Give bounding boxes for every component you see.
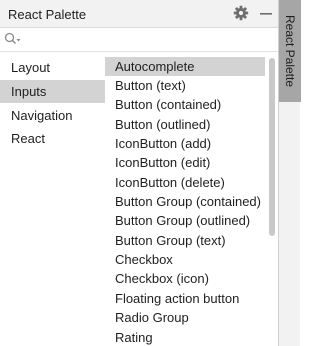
- list-item[interactable]: Button Group (contained): [105, 192, 265, 211]
- list-item[interactable]: Button (contained): [105, 95, 265, 114]
- component-list-scrollbar[interactable]: [266, 54, 278, 346]
- panel-title: React Palette: [8, 7, 87, 22]
- list-item[interactable]: IconButton (delete): [105, 173, 265, 192]
- list-item[interactable]: Button (outlined): [105, 115, 265, 134]
- list-item[interactable]: Checkbox: [105, 250, 265, 269]
- list-item[interactable]: Button Group (text): [105, 231, 265, 250]
- category-list: Layout Inputs Navigation React: [0, 54, 105, 346]
- side-tab-label: React Palette: [283, 14, 297, 88]
- category-item-inputs[interactable]: Inputs: [0, 80, 105, 103]
- list-item[interactable]: IconButton (add): [105, 134, 265, 153]
- list-item-autocomplete[interactable]: Autocomplete: [105, 57, 265, 76]
- minimize-icon[interactable]: [258, 6, 274, 22]
- list-item[interactable]: IconButton (edit): [105, 153, 265, 172]
- list-item[interactable]: Rating: [105, 328, 265, 346]
- category-item-layout[interactable]: Layout: [0, 56, 105, 79]
- list-item[interactable]: Radio Group: [105, 308, 265, 327]
- list-item[interactable]: Checkbox (icon): [105, 269, 265, 288]
- category-item-navigation[interactable]: Navigation: [0, 104, 105, 127]
- react-palette-panel: React Palette Layout Inputs Navigation R…: [0, 0, 278, 346]
- list-item[interactable]: Floating action button: [105, 289, 265, 308]
- list-item[interactable]: Button Group (outlined): [105, 211, 265, 230]
- panel-title-bar: React Palette: [0, 0, 278, 28]
- gear-icon[interactable]: [233, 5, 249, 21]
- right-tool-strip: React Palette: [278, 0, 301, 346]
- react-palette-side-tab[interactable]: React Palette: [279, 0, 301, 102]
- list-item[interactable]: Button (text): [105, 76, 265, 95]
- component-list: Autocomplete Button (text) Button (conta…: [105, 54, 265, 346]
- scrollbar-thumb[interactable]: [269, 58, 275, 236]
- search-icon[interactable]: [4, 32, 22, 47]
- search-input[interactable]: [24, 30, 274, 49]
- category-item-react[interactable]: React: [0, 127, 105, 150]
- search-bar: [0, 28, 278, 52]
